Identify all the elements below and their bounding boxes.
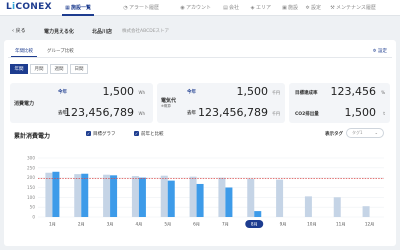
y-tick-label: 250: [27, 165, 35, 170]
back-link[interactable]: ‹ 戻る: [12, 27, 26, 34]
liconex-logo[interactable]: LiCONEX: [6, 2, 52, 12]
bar-last-year: [304, 196, 312, 217]
bar-this-year: [167, 180, 175, 217]
pin-icon: ◈: [250, 5, 255, 11]
bar-last-year: [74, 174, 82, 217]
bar-this-year: [196, 183, 204, 217]
x-tick-label: 2月: [78, 222, 85, 228]
bar-this-year: [138, 177, 146, 217]
bar-last-year: [362, 206, 370, 217]
x-tick-label: 12月: [365, 222, 375, 228]
person-icon: ◉: [180, 5, 185, 11]
nav-alert-history[interactable]: ◔アラート履歴: [123, 0, 159, 16]
y-tick-label: 50: [30, 205, 36, 210]
y-tick-label: 150: [27, 185, 35, 190]
x-tick-label: 3月: [107, 222, 114, 228]
main-panel: 年間比較 グループ比較 ✲ 設定 年間 月間 週間 日間 消費電力 今年 1,5…: [4, 40, 396, 246]
nav-facility[interactable]: ▣施設: [282, 0, 298, 16]
breadcrumb: ‹ 戻る 電力見える化 北品川店 株式会社ABCDEストア: [0, 24, 400, 40]
y-tick-label: 0: [32, 215, 35, 220]
bar-this-year: [225, 187, 233, 217]
company-name: 株式会社ABCDEストア: [122, 29, 170, 34]
cumulative-power-chart: 0501001502002503001月 2月 3月 4月 5月 6月 7月 8月 9月 10月 1…: [27, 156, 384, 228]
top-navbar: LiCONEX ▦施設一覧 ◔アラート履歴 ◉アカウント ▤会社 ◈ エリア ▣施…: [0, 0, 400, 16]
gear-icon: ✲: [305, 5, 310, 11]
company-icon: ▤: [223, 5, 228, 11]
building-icon: ▦: [65, 5, 70, 11]
bar-last-year: [103, 174, 111, 217]
x-tick-label: 5月: [164, 222, 171, 228]
page-title: 電力見える化: [44, 29, 74, 35]
x-tick-label: 4月: [135, 222, 142, 228]
y-tick-label: 300: [27, 156, 35, 161]
x-tick-label: 6月: [193, 222, 200, 228]
nav-account[interactable]: ◉アカウント: [180, 0, 211, 16]
bar-last-year: [276, 179, 284, 217]
wrench-icon: ⚒: [330, 5, 335, 11]
bar-this-year: [110, 175, 118, 217]
x-tick-label: 11月: [336, 222, 346, 228]
bar-this-year: [81, 173, 89, 217]
nav-area[interactable]: ◈ エリア: [250, 0, 271, 16]
bar-last-year: [160, 175, 168, 217]
nav-facility-list[interactable]: ▦施設一覧: [61, 0, 95, 16]
nav-settings[interactable]: ✲設定: [305, 0, 321, 16]
x-tick-label: 1月: [49, 222, 56, 228]
bar-last-year: [189, 176, 197, 217]
x-tick-label: 9月: [280, 222, 287, 228]
facility-icon: ▣: [282, 5, 287, 11]
bar-this-year: [254, 211, 262, 217]
x-tick-label: 7月: [222, 222, 229, 228]
bar-last-year: [218, 177, 226, 217]
bell-icon: ◔: [123, 5, 128, 11]
bar-last-year: [131, 176, 139, 217]
nav-company[interactable]: ▤会社: [223, 0, 239, 16]
y-tick-label: 100: [27, 195, 35, 200]
bar-last-year: [45, 172, 53, 217]
nav-maintenance-history[interactable]: ⚒メンテナンス履歴: [330, 0, 376, 16]
bar-last-year: [333, 197, 341, 217]
x-tick-label: 10月: [307, 222, 317, 228]
store-name: 北品川店: [92, 29, 113, 35]
bar-last-year: [247, 178, 255, 217]
y-tick-label: 200: [27, 175, 35, 180]
